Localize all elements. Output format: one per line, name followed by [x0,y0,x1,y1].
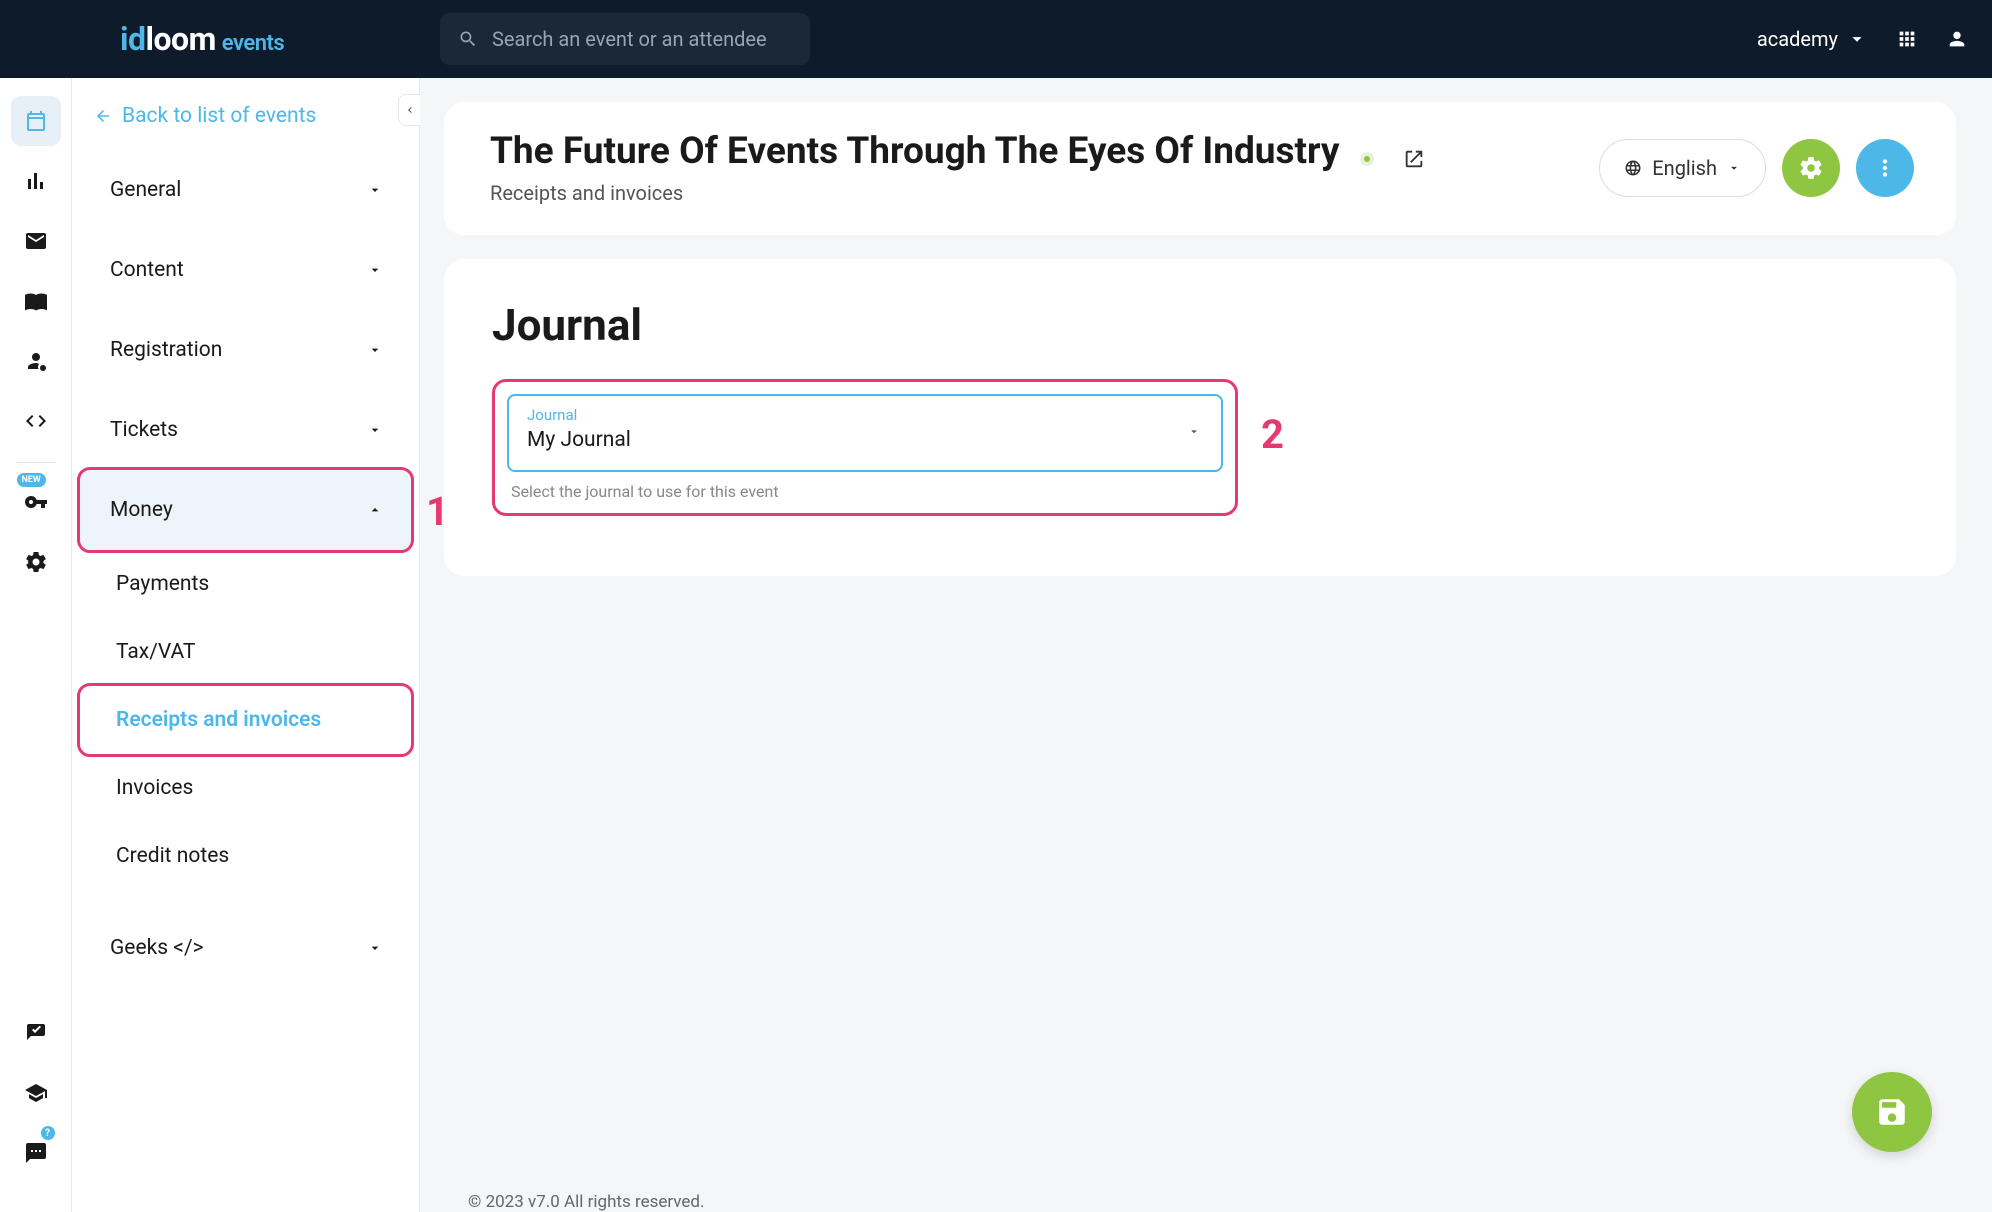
caret-down-icon [1846,28,1868,50]
users-gear-icon [24,349,48,373]
sub-credit-notes[interactable]: Credit notes [80,822,411,890]
journal-highlight-box: Journal My Journal Select the journal to… [492,379,1238,516]
nav-content[interactable]: Content [80,230,411,310]
settings-button[interactable] [1782,139,1840,197]
more-vertical-icon [1872,155,1898,181]
external-link-icon [1403,148,1425,170]
key-icon [24,490,48,514]
status-indicator [1360,152,1374,166]
top-header: idloom events Search an event or an atten… [0,0,1992,78]
rail-code[interactable] [11,396,61,446]
chat-icon [24,1141,48,1165]
gear-icon [24,550,48,574]
logo[interactable]: idloom events [0,20,420,58]
more-actions-button[interactable] [1856,139,1914,197]
help-badge: ? [41,1126,55,1140]
rail-chat[interactable]: ? [11,1128,61,1178]
breadcrumb: Receipts and invoices [490,181,1425,205]
search-input[interactable]: Search an event or an attendee [440,13,810,65]
select-label: Journal [527,406,1203,424]
rail-divider [16,462,56,463]
chart-icon [24,169,48,193]
language-selector[interactable]: English [1599,139,1766,197]
caret-down-icon [1187,425,1201,439]
rail-users[interactable] [11,336,61,386]
section-title: Journal [492,299,1908,351]
page-header-card: The Future Of Events Through The Eyes Of… [444,102,1956,235]
journal-card: Journal Journal My Journal Select the jo… [444,259,1956,576]
chevron-down-icon [367,262,383,278]
search-placeholder: Search an event or an attendee [492,27,767,51]
select-value: My Journal [527,428,1203,452]
sub-tax[interactable]: Tax/VAT [80,618,411,686]
apps-grid-icon[interactable] [1896,28,1918,50]
graduation-cap-icon [24,1081,48,1105]
header-right: academy [1757,27,1968,51]
checklist-icon [24,1021,48,1045]
user-icon[interactable] [1946,28,1968,50]
chevron-down-icon [367,342,383,358]
helper-text: Select the journal to use for this event [511,482,1223,501]
chevron-left-icon [404,104,416,116]
annotation-2: 2 [1261,411,1284,458]
main-content: The Future Of Events Through The Eyes Of… [420,78,1992,1212]
chevron-down-icon [367,940,383,956]
rail-academy[interactable] [11,1068,61,1118]
nav-general[interactable]: General [80,150,411,230]
book-icon [24,289,48,313]
rail-calendar[interactable] [11,96,61,146]
code-icon [24,409,48,433]
logo-part2: loom [145,20,215,58]
caret-down-icon [1727,161,1741,175]
new-badge: NEW [17,473,46,487]
sub-invoices[interactable]: Invoices [80,754,411,822]
logo-part3: events [222,31,284,56]
save-fab[interactable] [1852,1072,1932,1152]
rail-mail[interactable] [11,216,61,266]
rail-analytics[interactable] [11,156,61,206]
logo-part1: id [120,20,145,58]
arrow-left-icon [94,107,112,125]
gear-icon [1798,155,1824,181]
event-title: The Future Of Events Through The Eyes Of… [490,130,1340,173]
rail-settings[interactable] [11,537,61,587]
footer-copyright: © 2023 v7.0 All rights reserved. [468,1192,705,1212]
rail-book[interactable] [11,276,61,326]
nav-tickets[interactable]: Tickets [80,390,411,470]
nav-registration[interactable]: Registration [80,310,411,390]
chevron-up-icon [367,502,383,518]
sub-payments[interactable]: Payments [80,550,411,618]
icon-rail: NEW ? [0,78,72,1212]
chevron-down-icon [367,422,383,438]
event-sidebar: Back to list of events General Content R… [72,78,420,1212]
external-link-button[interactable] [1403,148,1425,170]
back-to-events-link[interactable]: Back to list of events [72,86,419,150]
mail-icon [24,229,48,253]
journal-select[interactable]: Journal My Journal [507,394,1223,472]
rail-key[interactable]: NEW [11,477,61,527]
nav-geeks[interactable]: Geeks </> [80,908,411,988]
search-icon [458,29,478,49]
dropdown-arrow [1187,424,1201,443]
globe-icon [1624,159,1642,177]
rail-checklist[interactable] [11,1008,61,1058]
calendar-icon [24,109,48,133]
sub-receipts-invoices[interactable]: Receipts and invoices [80,686,411,754]
nav-money[interactable]: Money [80,470,411,550]
chevron-down-icon [367,182,383,198]
academy-menu[interactable]: academy [1757,27,1868,51]
save-icon [1875,1095,1909,1129]
collapse-sidebar-button[interactable] [398,94,420,126]
